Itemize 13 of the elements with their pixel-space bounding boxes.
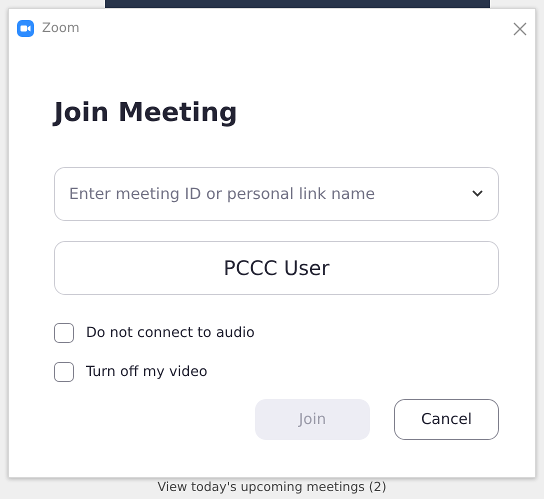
upcoming-meetings-link[interactable]: View today's upcoming meetings (2) [158,479,386,494]
checkbox-label: Turn off my video [86,362,208,382]
camera-icon [17,20,34,38]
chevron-down-icon[interactable] [472,190,483,196]
close-icon[interactable] [513,22,527,36]
window-title: Zoom [42,20,80,38]
name-field[interactable]: PCCC User [54,240,499,294]
checkbox-label: Do not connect to audio [86,324,255,342]
dialog-heading: Join Meeting [54,96,239,130]
checkbox[interactable] [54,323,74,343]
checkbox[interactable] [54,362,74,382]
meeting-id-field[interactable]: Enter meeting ID or personal link name [54,166,499,220]
cancel-button[interactable]: Cancel [394,398,499,440]
